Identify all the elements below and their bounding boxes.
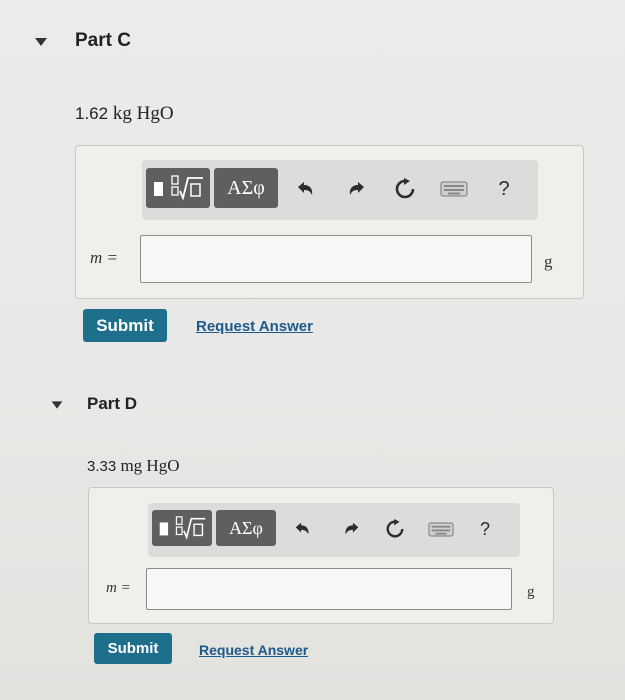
help-button[interactable]: ? [474,516,496,542]
redo-button[interactable] [342,174,372,204]
fraction-sqrt-template-icon [154,175,203,201]
part-title[interactable]: Part C [75,30,131,52]
quantity-value: 3.33 [87,458,117,475]
keyboard-button[interactable] [438,176,470,202]
submit-button[interactable]: Submit [83,309,167,342]
math-toolbar: ΑΣφ ? [148,503,520,557]
caret-down-icon[interactable] [35,38,47,46]
redo-icon [349,182,364,195]
reset-icon [395,178,415,199]
quantity-value: 1.62 [75,104,109,123]
help-button[interactable]: ? [492,175,516,203]
variable-label: m = [106,580,131,596]
problem-statement: 1.62 kg HgO [75,103,174,125]
request-answer-link[interactable]: Request Answer [196,318,313,335]
reset-button[interactable] [389,173,421,205]
undo-icon [298,182,313,195]
answer-input[interactable] [146,568,512,610]
keyboard-icon [428,522,454,536]
problem-statement: 3.33 mg HgO [87,456,179,476]
quantity-unit: mg HgO [120,456,180,475]
templates-button[interactable] [152,510,212,546]
undo-icon [295,522,309,535]
templates-button[interactable] [146,168,210,208]
redo-button[interactable] [338,515,366,543]
request-answer-link[interactable]: Request Answer [199,642,308,658]
fraction-sqrt-template-icon [159,516,206,540]
answer-input[interactable] [140,235,532,283]
answer-unit: g [544,252,553,271]
caret-down-icon[interactable] [51,401,63,409]
reset-button[interactable] [380,514,410,544]
variable-label: m = [90,248,118,267]
redo-icon [345,522,359,535]
undo-button[interactable] [288,515,316,543]
answer-unit: g [527,584,535,600]
undo-button[interactable] [290,174,320,204]
greek-symbols-button[interactable]: ΑΣφ [214,168,278,208]
quantity-unit: kg HgO [112,103,174,124]
greek-symbols-button[interactable]: ΑΣφ [216,510,276,546]
submit-button[interactable]: Submit [94,633,172,664]
reset-icon [386,519,404,538]
keyboard-icon [440,181,468,197]
keyboard-button[interactable] [426,517,456,541]
math-toolbar: ΑΣφ ? [142,160,538,220]
part-title[interactable]: Part D [87,394,137,414]
